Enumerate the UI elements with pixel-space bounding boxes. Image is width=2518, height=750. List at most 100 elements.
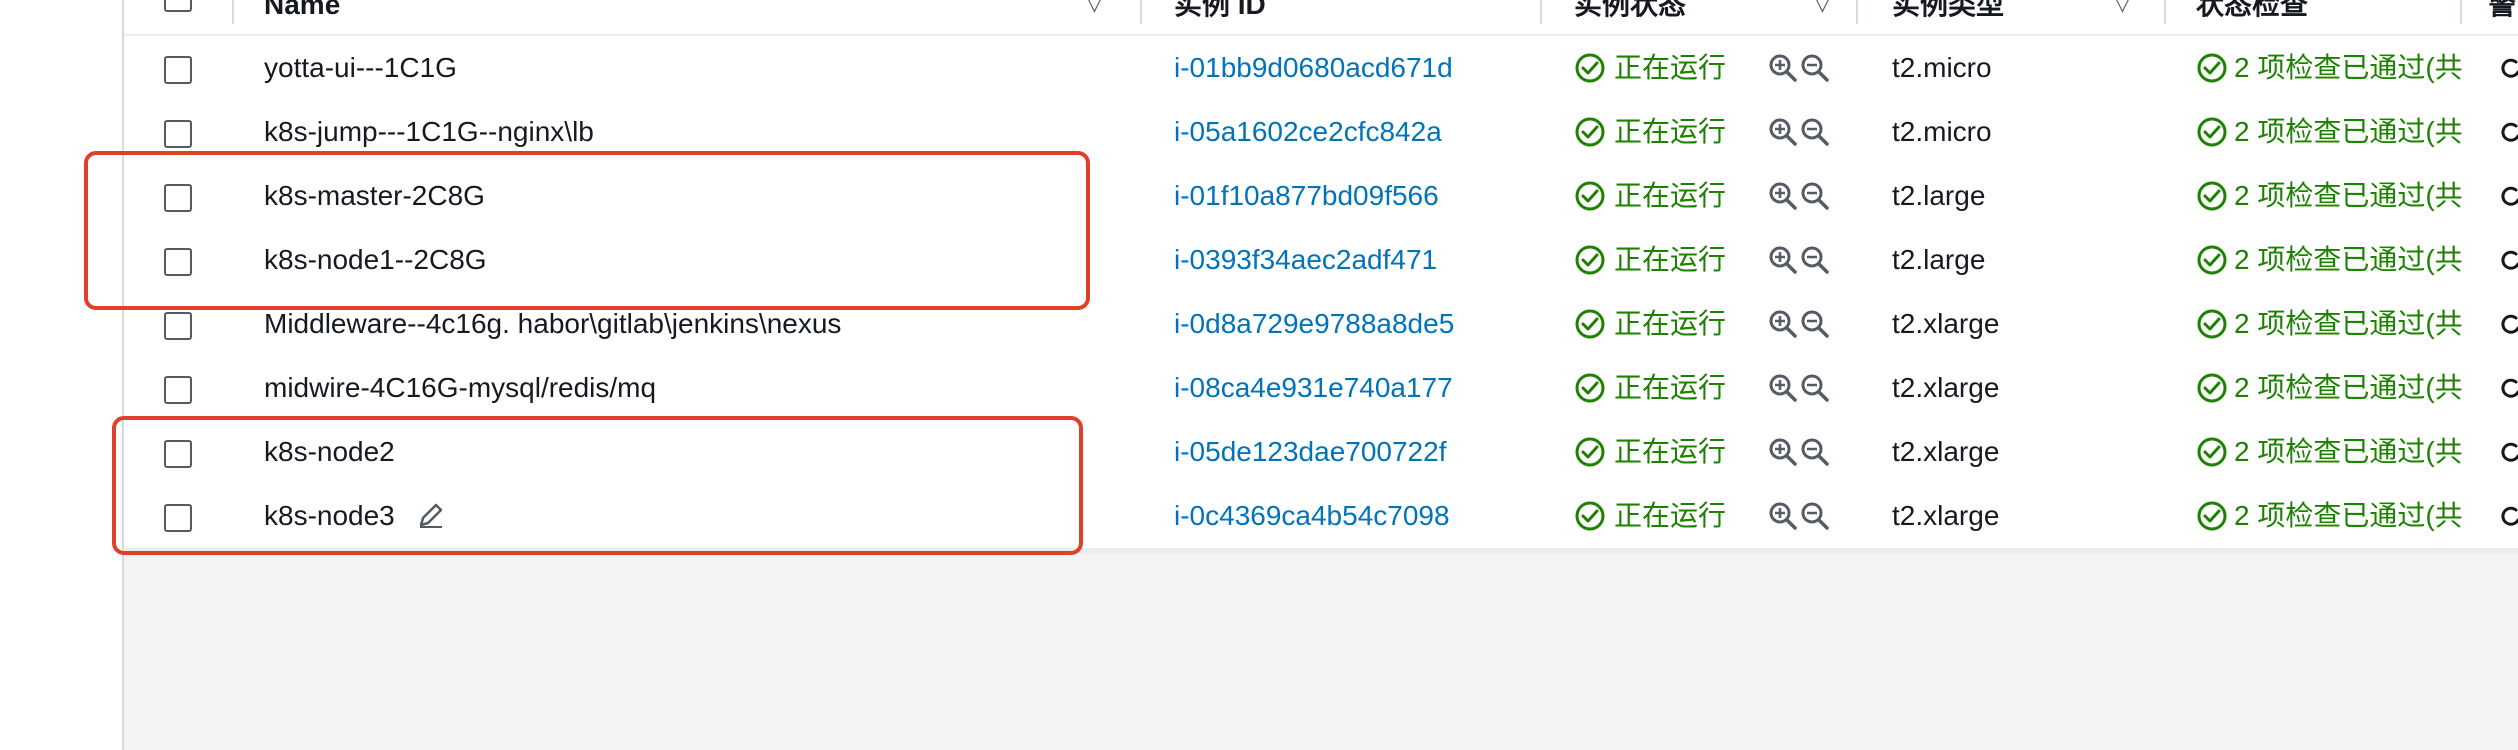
status-check-text[interactable]: 2 项检查已通过(共: [2234, 36, 2474, 100]
instance-type-text: t2.large: [1892, 180, 1986, 211]
check-circle-icon: [2197, 373, 2227, 403]
status-check-text[interactable]: 2 项检查已通过(共: [2234, 164, 2474, 228]
instance-type-text: t2.xlarge: [1892, 372, 2000, 403]
instance-name[interactable]: k8s-jump---1C1G--nginx\lb: [264, 100, 1114, 164]
instance-name[interactable]: k8s-master-2C8G: [264, 164, 1114, 228]
header-instance-id[interactable]: 实例 ID: [1174, 0, 1474, 32]
zoom-out-icon[interactable]: [1800, 245, 1830, 275]
row-checkbox[interactable]: [164, 440, 192, 468]
row-checkbox[interactable]: [164, 376, 192, 404]
select-all-checkbox[interactable]: [164, 0, 192, 12]
zoom-in-icon[interactable]: [1768, 309, 1798, 339]
check-circle-icon: [1575, 181, 1605, 211]
empty-panel-area: [124, 553, 2518, 750]
zoom-out-icon[interactable]: [1800, 181, 1830, 211]
zoom-in-icon[interactable]: [1768, 53, 1798, 83]
row-checkbox[interactable]: [164, 56, 192, 84]
zoom-in-icon[interactable]: [1768, 373, 1798, 403]
instance-state-text: 正在运行: [1614, 244, 1727, 275]
zoom-out-icon[interactable]: [1800, 437, 1830, 467]
loading-spinner-icon: [2501, 186, 2518, 206]
instance-id-link[interactable]: i-0d8a729e9788a8de5: [1174, 292, 1544, 356]
status-check-text[interactable]: 2 项检查已通过(共: [2234, 228, 2474, 292]
status-check-text[interactable]: 2 项检查已通过(共: [2234, 356, 2474, 420]
check-circle-icon: [1575, 245, 1605, 275]
instance-id-link[interactable]: i-01bb9d0680acd671d: [1174, 36, 1544, 100]
header-instance-type[interactable]: 实例类型: [1892, 0, 2092, 32]
loading-spinner-icon: [2501, 58, 2518, 78]
caret-down-icon[interactable]: ▽: [1086, 0, 1103, 18]
table-row[interactable]: midwire-4C16G-mysql/redis/mq i-08ca4e931…: [124, 356, 2518, 422]
instance-name[interactable]: k8s-node1--2C8G: [264, 228, 1114, 292]
zoom-out-icon[interactable]: [1800, 53, 1830, 83]
loading-spinner-icon: [2501, 378, 2518, 398]
instance-state-text: 正在运行: [1614, 436, 1727, 467]
row-checkbox[interactable]: [164, 120, 192, 148]
table-row[interactable]: k8s-node1--2C8G i-0393f34aec2adf471 正在运行…: [124, 228, 2518, 294]
check-circle-icon: [2197, 309, 2227, 339]
check-circle-icon: [1575, 53, 1605, 83]
zoom-in-icon[interactable]: [1768, 437, 1798, 467]
zoom-out-icon[interactable]: [1800, 373, 1830, 403]
check-circle-icon: [2197, 181, 2227, 211]
instance-type-text: t2.xlarge: [1892, 308, 2000, 339]
status-check-text[interactable]: 2 项检查已通过(共: [2234, 420, 2474, 484]
check-circle-icon: [1575, 437, 1605, 467]
instance-id-link[interactable]: i-0393f34aec2adf471: [1174, 228, 1544, 292]
instance-id-link[interactable]: i-08ca4e931e740a177: [1174, 356, 1544, 420]
header-separator: [232, 0, 234, 24]
instance-type-text: t2.micro: [1892, 52, 1992, 83]
status-check-text[interactable]: 2 项检查已通过(共: [2234, 100, 2474, 164]
table-row[interactable]: k8s-node2 i-05de123dae700722f 正在运行 t2.xl…: [124, 420, 2518, 486]
zoom-in-icon[interactable]: [1768, 181, 1798, 211]
row-checkbox[interactable]: [164, 312, 192, 340]
instance-name[interactable]: k8s-node3: [264, 484, 1114, 548]
check-circle-icon: [1575, 117, 1605, 147]
table-row[interactable]: k8s-node3 i-0c4369ca4b54c7098 正在运行 t2.xl…: [124, 484, 2518, 550]
instance-id-link[interactable]: i-05a1602ce2cfc842a: [1174, 100, 1544, 164]
header-separator: [2460, 0, 2462, 24]
instance-id-link[interactable]: i-0c4369ca4b54c7098: [1174, 484, 1544, 548]
pencil-icon[interactable]: [416, 500, 446, 530]
header-separator: [1856, 0, 1858, 24]
table-row[interactable]: Middleware--4c16g. habor\gitlab\jenkins\…: [124, 292, 2518, 358]
table-row[interactable]: k8s-jump---1C1G--nginx\lb i-05a1602ce2cf…: [124, 100, 2518, 166]
row-checkbox[interactable]: [164, 184, 192, 212]
check-circle-icon: [1575, 373, 1605, 403]
instance-name[interactable]: k8s-node2: [264, 420, 1114, 484]
header-alarm[interactable]: 警: [2488, 0, 2518, 32]
caret-down-icon[interactable]: ▽: [2114, 0, 2131, 18]
status-check-text[interactable]: 2 项检查已通过(共: [2234, 292, 2474, 356]
instance-name[interactable]: Middleware--4c16g. habor\gitlab\jenkins\…: [264, 292, 1114, 356]
zoom-out-icon[interactable]: [1800, 501, 1830, 531]
table-row[interactable]: yotta-ui---1C1G i-01bb9d0680acd671d 正在运行…: [124, 36, 2518, 102]
instance-name[interactable]: yotta-ui---1C1G: [264, 36, 1114, 100]
status-check-text[interactable]: 2 项检查已通过(共: [2234, 484, 2474, 548]
header-separator: [1540, 0, 1542, 24]
instance-id-link[interactable]: i-01f10a877bd09f566: [1174, 164, 1544, 228]
loading-spinner-icon: [2501, 442, 2518, 462]
instance-name[interactable]: midwire-4C16G-mysql/redis/mq: [264, 356, 1114, 420]
header-status-check[interactable]: 状态检查: [2196, 0, 2396, 32]
header-instance-state[interactable]: 实例状态: [1574, 0, 1774, 32]
check-circle-icon: [1575, 501, 1605, 531]
zoom-out-icon[interactable]: [1800, 117, 1830, 147]
table-row[interactable]: k8s-master-2C8G i-01f10a877bd09f566 正在运行…: [124, 164, 2518, 230]
zoom-in-icon[interactable]: [1768, 501, 1798, 531]
row-checkbox[interactable]: [164, 504, 192, 532]
instance-state-text: 正在运行: [1614, 52, 1727, 83]
check-circle-icon: [2197, 501, 2227, 531]
row-checkbox[interactable]: [164, 248, 192, 276]
instance-state-text: 正在运行: [1614, 308, 1727, 339]
zoom-in-icon[interactable]: [1768, 117, 1798, 147]
instance-state-text: 正在运行: [1614, 372, 1727, 403]
loading-spinner-icon: [2501, 506, 2518, 526]
zoom-in-icon[interactable]: [1768, 245, 1798, 275]
header-name[interactable]: Name: [264, 0, 764, 32]
header-separator: [2164, 0, 2166, 24]
instance-type-text: t2.micro: [1892, 116, 1992, 147]
instance-id-link[interactable]: i-05de123dae700722f: [1174, 420, 1544, 484]
check-circle-icon: [2197, 437, 2227, 467]
caret-down-icon[interactable]: ▽: [1814, 0, 1831, 18]
zoom-out-icon[interactable]: [1800, 309, 1830, 339]
